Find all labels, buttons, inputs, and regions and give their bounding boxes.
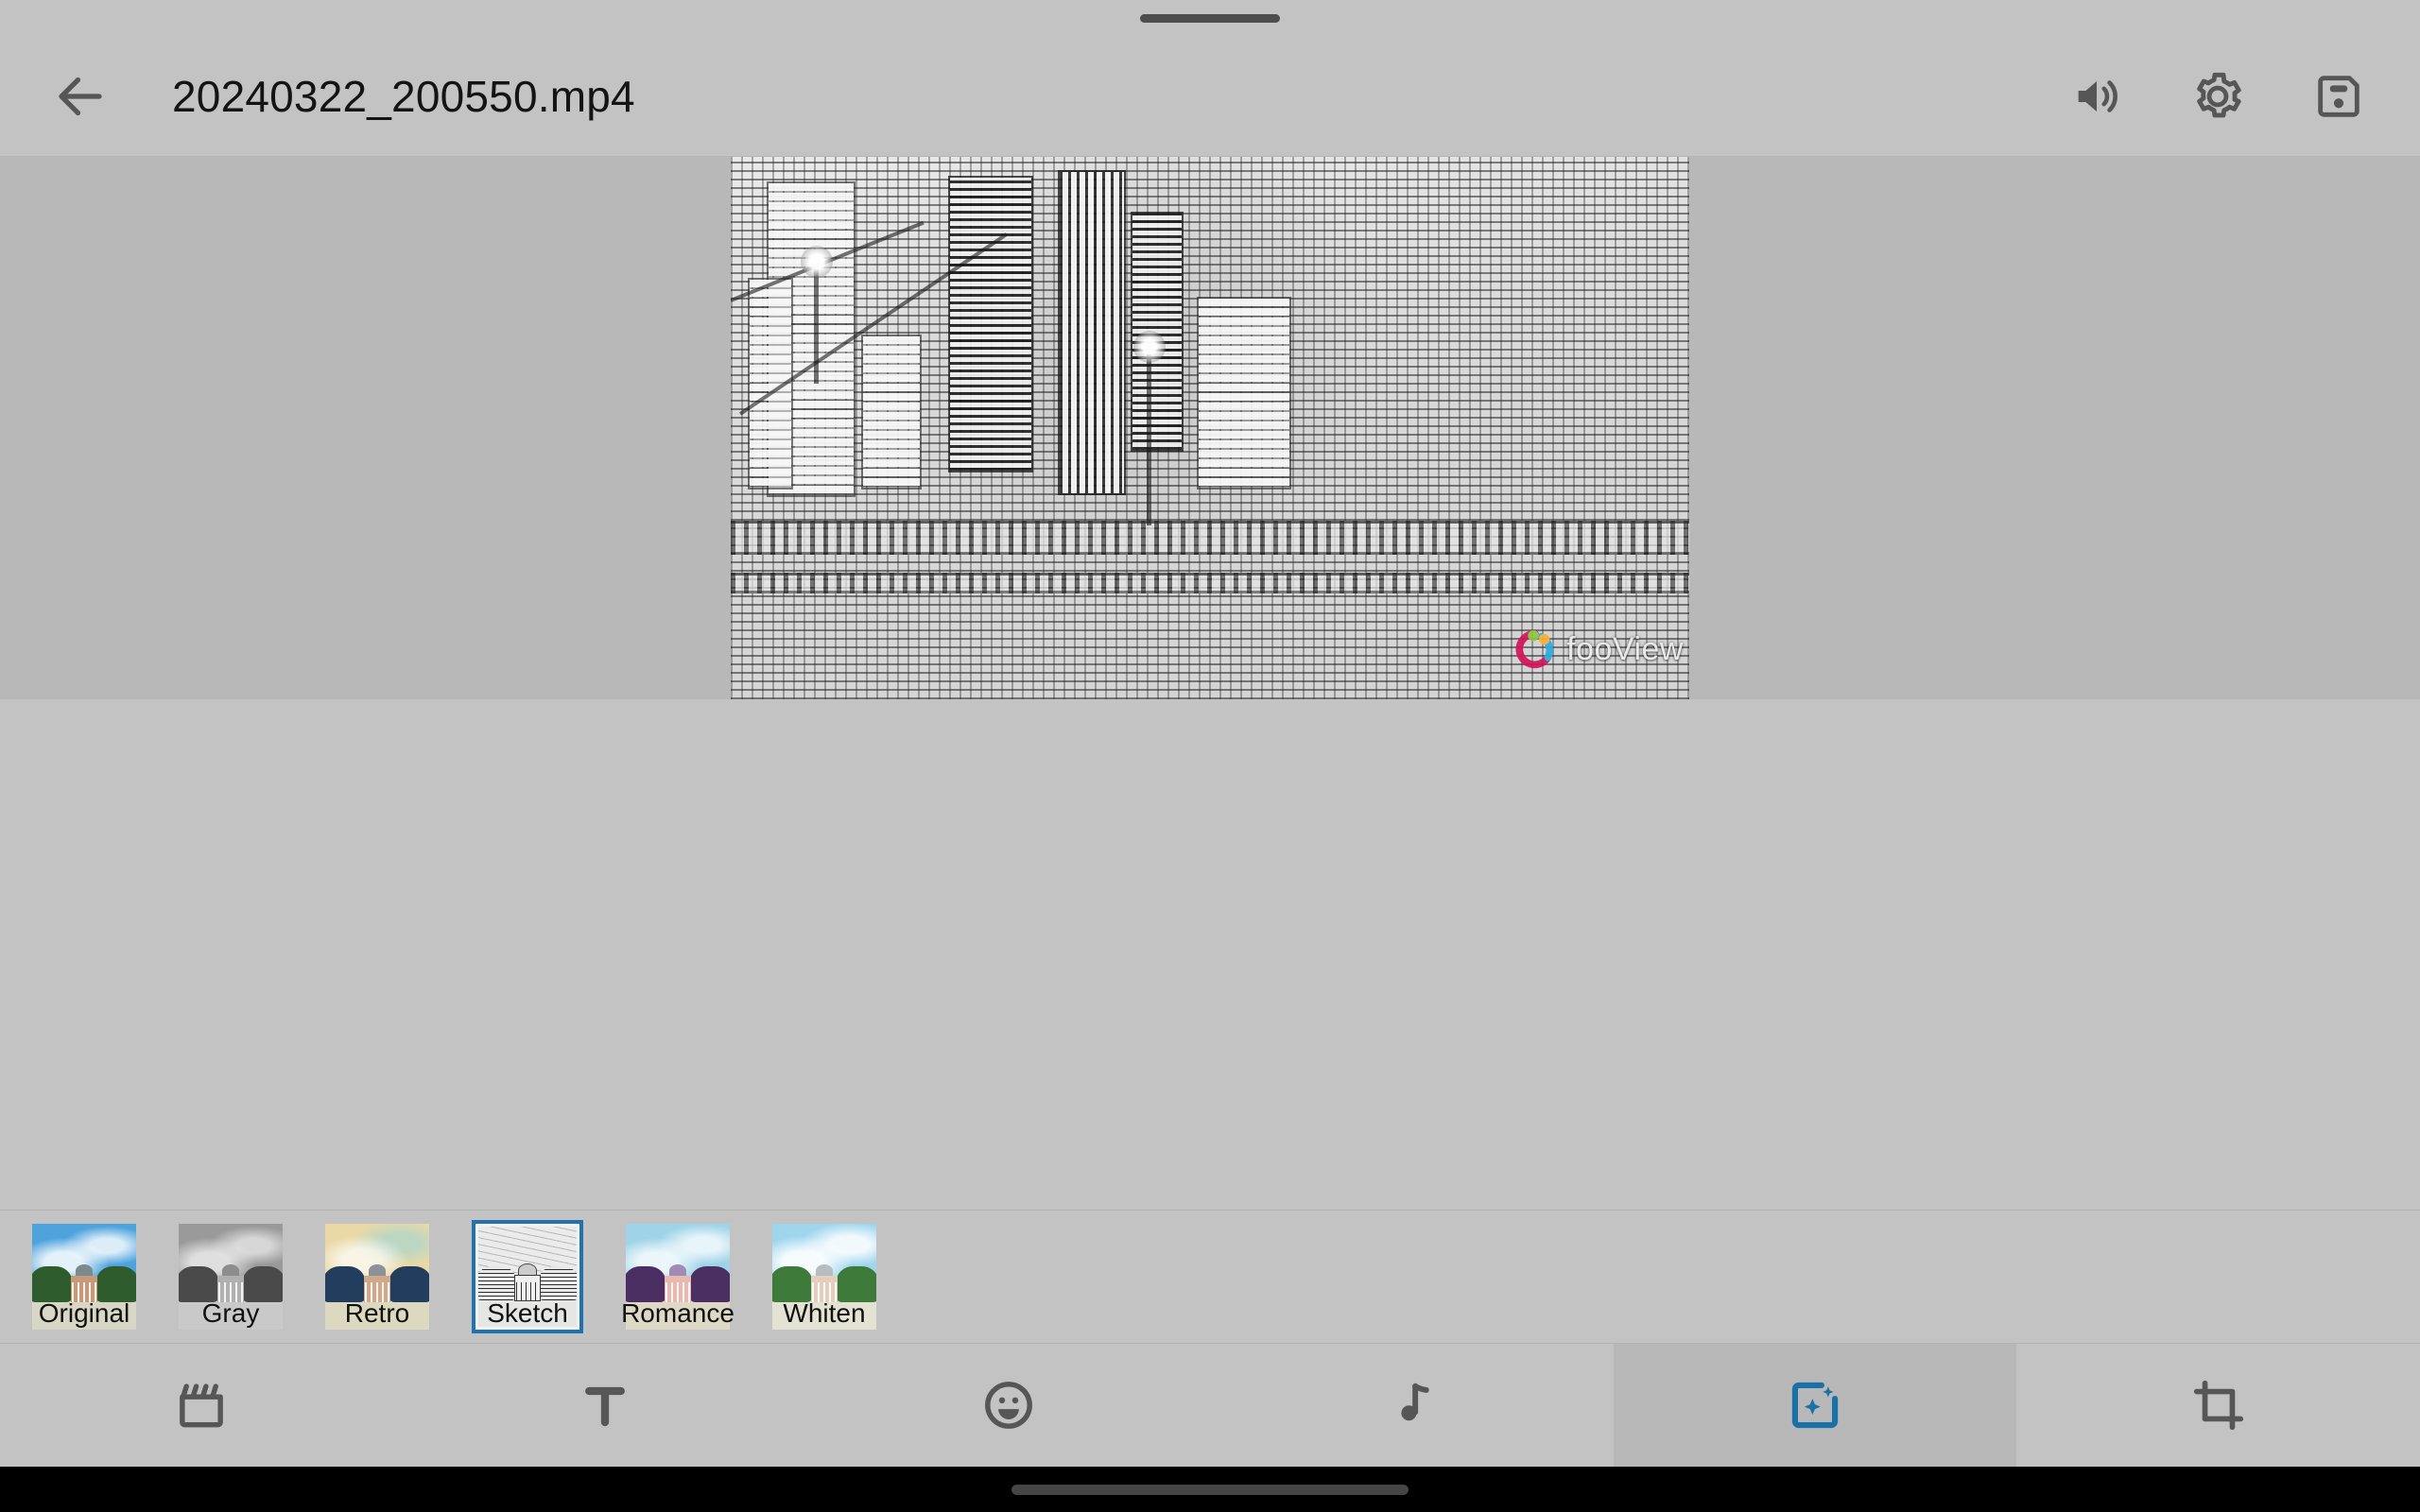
arrow-left-icon [59,77,102,115]
tab-music[interactable] [1210,1344,1614,1467]
sketch-road [731,521,1689,555]
emoji-face-icon [984,1382,1032,1429]
sketch-building [861,335,922,490]
filter-option-whiten[interactable]: Whiten [772,1224,876,1330]
sketch-building [948,176,1033,472]
filter-option-sketch[interactable]: Sketch [472,1220,583,1333]
video-editor-window: 20240322_200550.mp4 fooView Original Gra… [0,0,2420,1512]
tab-crop[interactable] [2016,1344,2420,1467]
filter-label: Whiten [783,1298,866,1328]
app-header: 20240322_200550.mp4 [0,36,2420,157]
crop-icon [2193,1380,2243,1431]
save-button[interactable] [2305,62,2373,130]
tab-filters[interactable] [1613,1344,2017,1467]
filter-option-retro[interactable]: Retro [325,1224,429,1330]
filter-label: Original [38,1298,130,1328]
system-navigation-bar [0,1467,2420,1512]
editor-workspace [0,699,2420,1210]
music-note-icon [1401,1383,1430,1421]
filter-label: Gray [201,1298,260,1328]
fooview-logo-icon [1515,629,1554,669]
drag-handle[interactable] [1140,13,1280,23]
back-button[interactable] [45,61,115,131]
video-preview[interactable]: fooView [731,157,1689,699]
sketch-building [1058,170,1126,495]
filter-option-romance[interactable]: Romance [621,1224,735,1330]
page-title: 20240322_200550.mp4 [172,71,635,121]
clapperboard-icon [180,1383,224,1428]
sketch-road [731,573,1689,593]
settings-button[interactable] [2184,62,2252,130]
magic-sparkle-frame-icon [1791,1382,1839,1429]
sketch-streetlamp [1133,331,1166,525]
window-drag-handle-row [0,0,2420,36]
floppy-disk-save-icon [2318,75,2360,117]
tab-sticker[interactable] [806,1344,1210,1467]
tab-text[interactable] [404,1344,807,1467]
gear-icon [2197,72,2241,117]
watermark: fooView [1513,627,1684,671]
header-actions [2063,62,2373,130]
editor-toolbar [0,1344,2420,1467]
filter-label: Retro [344,1298,410,1328]
filter-label: Sketch [487,1298,568,1328]
sketch-building [1197,297,1291,490]
filter-label: Romance [621,1298,735,1328]
volume-up-icon [2078,79,2118,112]
tab-clip[interactable] [0,1344,404,1467]
sketch-streetlamp [801,246,833,384]
sketch-filtered-frame [731,157,1689,699]
filter-strip[interactable]: Original Gray Retro Sketch Romance White… [0,1210,2420,1344]
text-t-icon [585,1386,625,1427]
filter-option-gray[interactable]: Gray [179,1224,283,1330]
watermark-text: fooView [1566,630,1684,667]
preview-canvas: fooView [0,157,2420,699]
home-indicator[interactable] [1011,1484,1409,1495]
filter-option-original[interactable]: Original [32,1224,136,1330]
volume-button[interactable] [2063,62,2131,130]
